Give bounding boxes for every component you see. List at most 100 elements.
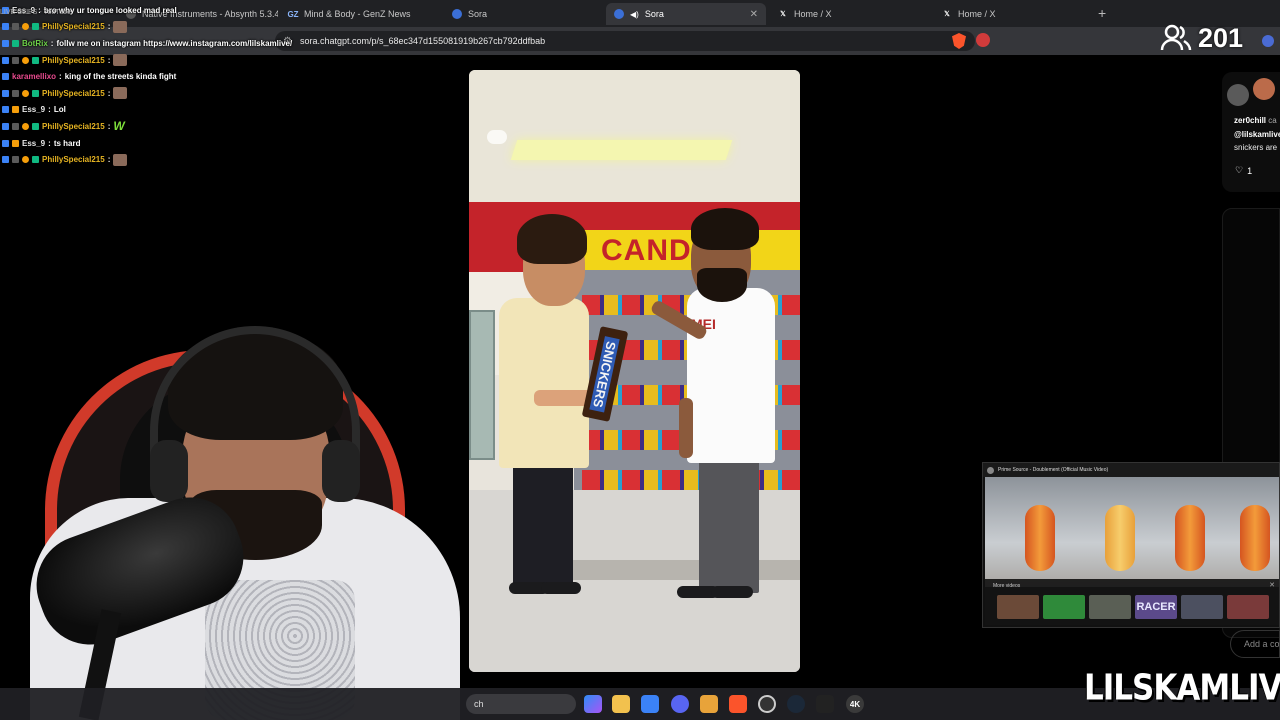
badge-icon bbox=[32, 89, 39, 97]
url-text: sora.chatgpt.com/p/s_68ec347d155081919b2… bbox=[299, 36, 546, 46]
lantern bbox=[1025, 505, 1055, 571]
brave-icon[interactable] bbox=[729, 695, 747, 713]
pip-player[interactable]: Prime Source - Doublement (Official Musi… bbox=[982, 462, 1280, 628]
badge-icon bbox=[2, 39, 9, 47]
badge-icon bbox=[22, 122, 29, 130]
video-thumbnail[interactable] bbox=[1089, 595, 1131, 619]
chat-line: Ess_9: Lol bbox=[2, 102, 302, 119]
thumb-text: RACER bbox=[1136, 601, 1176, 613]
badge-icon bbox=[12, 89, 19, 97]
video-thumbnail[interactable] bbox=[1181, 595, 1223, 619]
more-videos-strip: More videos ✕ RACER bbox=[985, 579, 1279, 625]
add-comment-input[interactable]: Add a co bbox=[1230, 630, 1280, 658]
sora-watermark-icon bbox=[487, 130, 507, 144]
x-icon: 𝕏 bbox=[944, 11, 950, 18]
badge-icon bbox=[32, 156, 39, 164]
app-icon[interactable] bbox=[816, 695, 834, 713]
badge-icon bbox=[22, 156, 29, 164]
face-emote-icon bbox=[113, 54, 128, 67]
chat-username: PhillySpecial215 bbox=[42, 22, 105, 32]
close-tab-icon[interactable]: ✕ bbox=[750, 9, 758, 20]
tab-label: Sora bbox=[644, 9, 664, 19]
chat-username: PhillySpecial215 bbox=[42, 55, 105, 65]
face-emote-icon bbox=[113, 153, 128, 166]
copilot-icon[interactable] bbox=[584, 695, 602, 713]
chat-overlay: Ess_9: bro why ur tongue looked mad real… bbox=[2, 2, 302, 168]
chat-username: PhillySpecial215 bbox=[42, 88, 105, 98]
close-icon[interactable]: ✕ bbox=[1269, 581, 1275, 589]
chat-username: PhillySpecial215 bbox=[42, 121, 105, 131]
badge-icon bbox=[2, 23, 9, 31]
video-thumbnail[interactable] bbox=[1227, 595, 1269, 619]
chat-message: follw me on instagram https://www.instag… bbox=[56, 38, 293, 48]
chat-line: PhillySpecial215: bbox=[2, 52, 302, 69]
heart-icon: ♡ bbox=[1235, 165, 1244, 175]
chat-line: karamellixo: king of the streets kinda f… bbox=[2, 68, 302, 85]
extension-icon[interactable] bbox=[976, 33, 990, 47]
badge-icon bbox=[2, 139, 9, 147]
4k-icon[interactable]: 4K bbox=[846, 695, 864, 713]
sora-icon bbox=[614, 9, 624, 19]
badge-icon bbox=[22, 56, 29, 64]
badge-icon bbox=[32, 122, 39, 130]
headphone-cup bbox=[150, 440, 188, 502]
tab-genz-news[interactable]: GZ Mind & Body - GenZ News bbox=[280, 3, 440, 25]
tab-home-x[interactable]: 𝕏 Home / X bbox=[770, 3, 930, 25]
chat-line: Ess_9: ts hard bbox=[2, 135, 302, 152]
comment-mention[interactable]: @lilskamlive bbox=[1234, 130, 1280, 139]
chat-username: Ess_9 bbox=[22, 105, 46, 115]
badge-icon bbox=[2, 56, 9, 64]
new-tab-button[interactable]: + bbox=[1098, 5, 1106, 21]
badge-icon bbox=[12, 39, 19, 47]
avatar[interactable] bbox=[1253, 78, 1275, 100]
pip-video[interactable] bbox=[985, 477, 1279, 587]
chat-username: BotRix bbox=[22, 38, 48, 48]
viewer-count: 201 bbox=[1160, 22, 1243, 54]
badge-icon bbox=[32, 23, 39, 31]
badge-icon bbox=[12, 23, 19, 31]
x-icon: 𝕏 bbox=[780, 11, 786, 18]
folder-icon[interactable] bbox=[612, 695, 630, 713]
badge-icon bbox=[32, 56, 39, 64]
tab-sora-active[interactable]: ◀) Sora ✕ bbox=[606, 3, 766, 25]
pip-title: Prime Source - Doublement (Official Musi… bbox=[998, 467, 1109, 473]
chat-line: BotRix: follw me on instagram https://ww… bbox=[2, 35, 302, 52]
video-thumbnail[interactable] bbox=[1043, 595, 1085, 619]
url-field[interactable]: ⚙ sora.chatgpt.com/p/s_68ec347d155081919… bbox=[275, 31, 975, 51]
tab-label: Home / X bbox=[794, 9, 832, 19]
badge-icon bbox=[12, 156, 19, 164]
comment-username[interactable]: zer0chill ca bbox=[1234, 116, 1277, 125]
like-button[interactable]: ♡ 1 bbox=[1235, 165, 1252, 176]
channel-watermark: LILSKAMLIVE bbox=[1084, 667, 1280, 709]
ableton-icon[interactable] bbox=[700, 695, 718, 713]
more-videos-label: More videos bbox=[993, 583, 1021, 589]
badge-icon bbox=[12, 139, 19, 147]
badge-icon bbox=[12, 122, 19, 130]
tab-label: Home / X bbox=[958, 9, 996, 19]
badge-icon bbox=[2, 89, 9, 97]
badge-icon bbox=[2, 122, 9, 130]
sora-video[interactable]: CANDY SNICKERS MEI bbox=[469, 70, 800, 672]
video-thumbnail[interactable]: RACER bbox=[1135, 595, 1177, 619]
overlay-source-label: LIVE CLIPS - YouTube bbox=[0, 9, 71, 16]
obs-icon[interactable] bbox=[758, 695, 776, 713]
chat-username: PhillySpecial215 bbox=[42, 155, 105, 165]
audio-icon: ◀) bbox=[630, 9, 639, 19]
webcam-feed bbox=[0, 320, 470, 720]
tab-home-x-2[interactable]: 𝕏 Home / X bbox=[934, 3, 1094, 25]
video-thumbnail[interactable] bbox=[997, 595, 1039, 619]
taskbar-search[interactable]: ch bbox=[466, 694, 576, 714]
badge-icon bbox=[12, 106, 19, 114]
discord-icon[interactable] bbox=[671, 695, 689, 713]
steam-icon[interactable] bbox=[787, 695, 805, 713]
avatar[interactable] bbox=[1227, 84, 1249, 106]
sidebar-toggle-icon[interactable] bbox=[1262, 35, 1274, 47]
lantern bbox=[1240, 505, 1270, 571]
lantern bbox=[1105, 505, 1135, 571]
character-left bbox=[489, 210, 599, 600]
store-icon[interactable] bbox=[641, 695, 659, 713]
tab-label: Sora bbox=[468, 9, 488, 19]
sora-icon bbox=[452, 9, 462, 19]
chat-username: Ess_9 bbox=[22, 138, 46, 148]
tab-sora[interactable]: Sora bbox=[444, 3, 604, 25]
